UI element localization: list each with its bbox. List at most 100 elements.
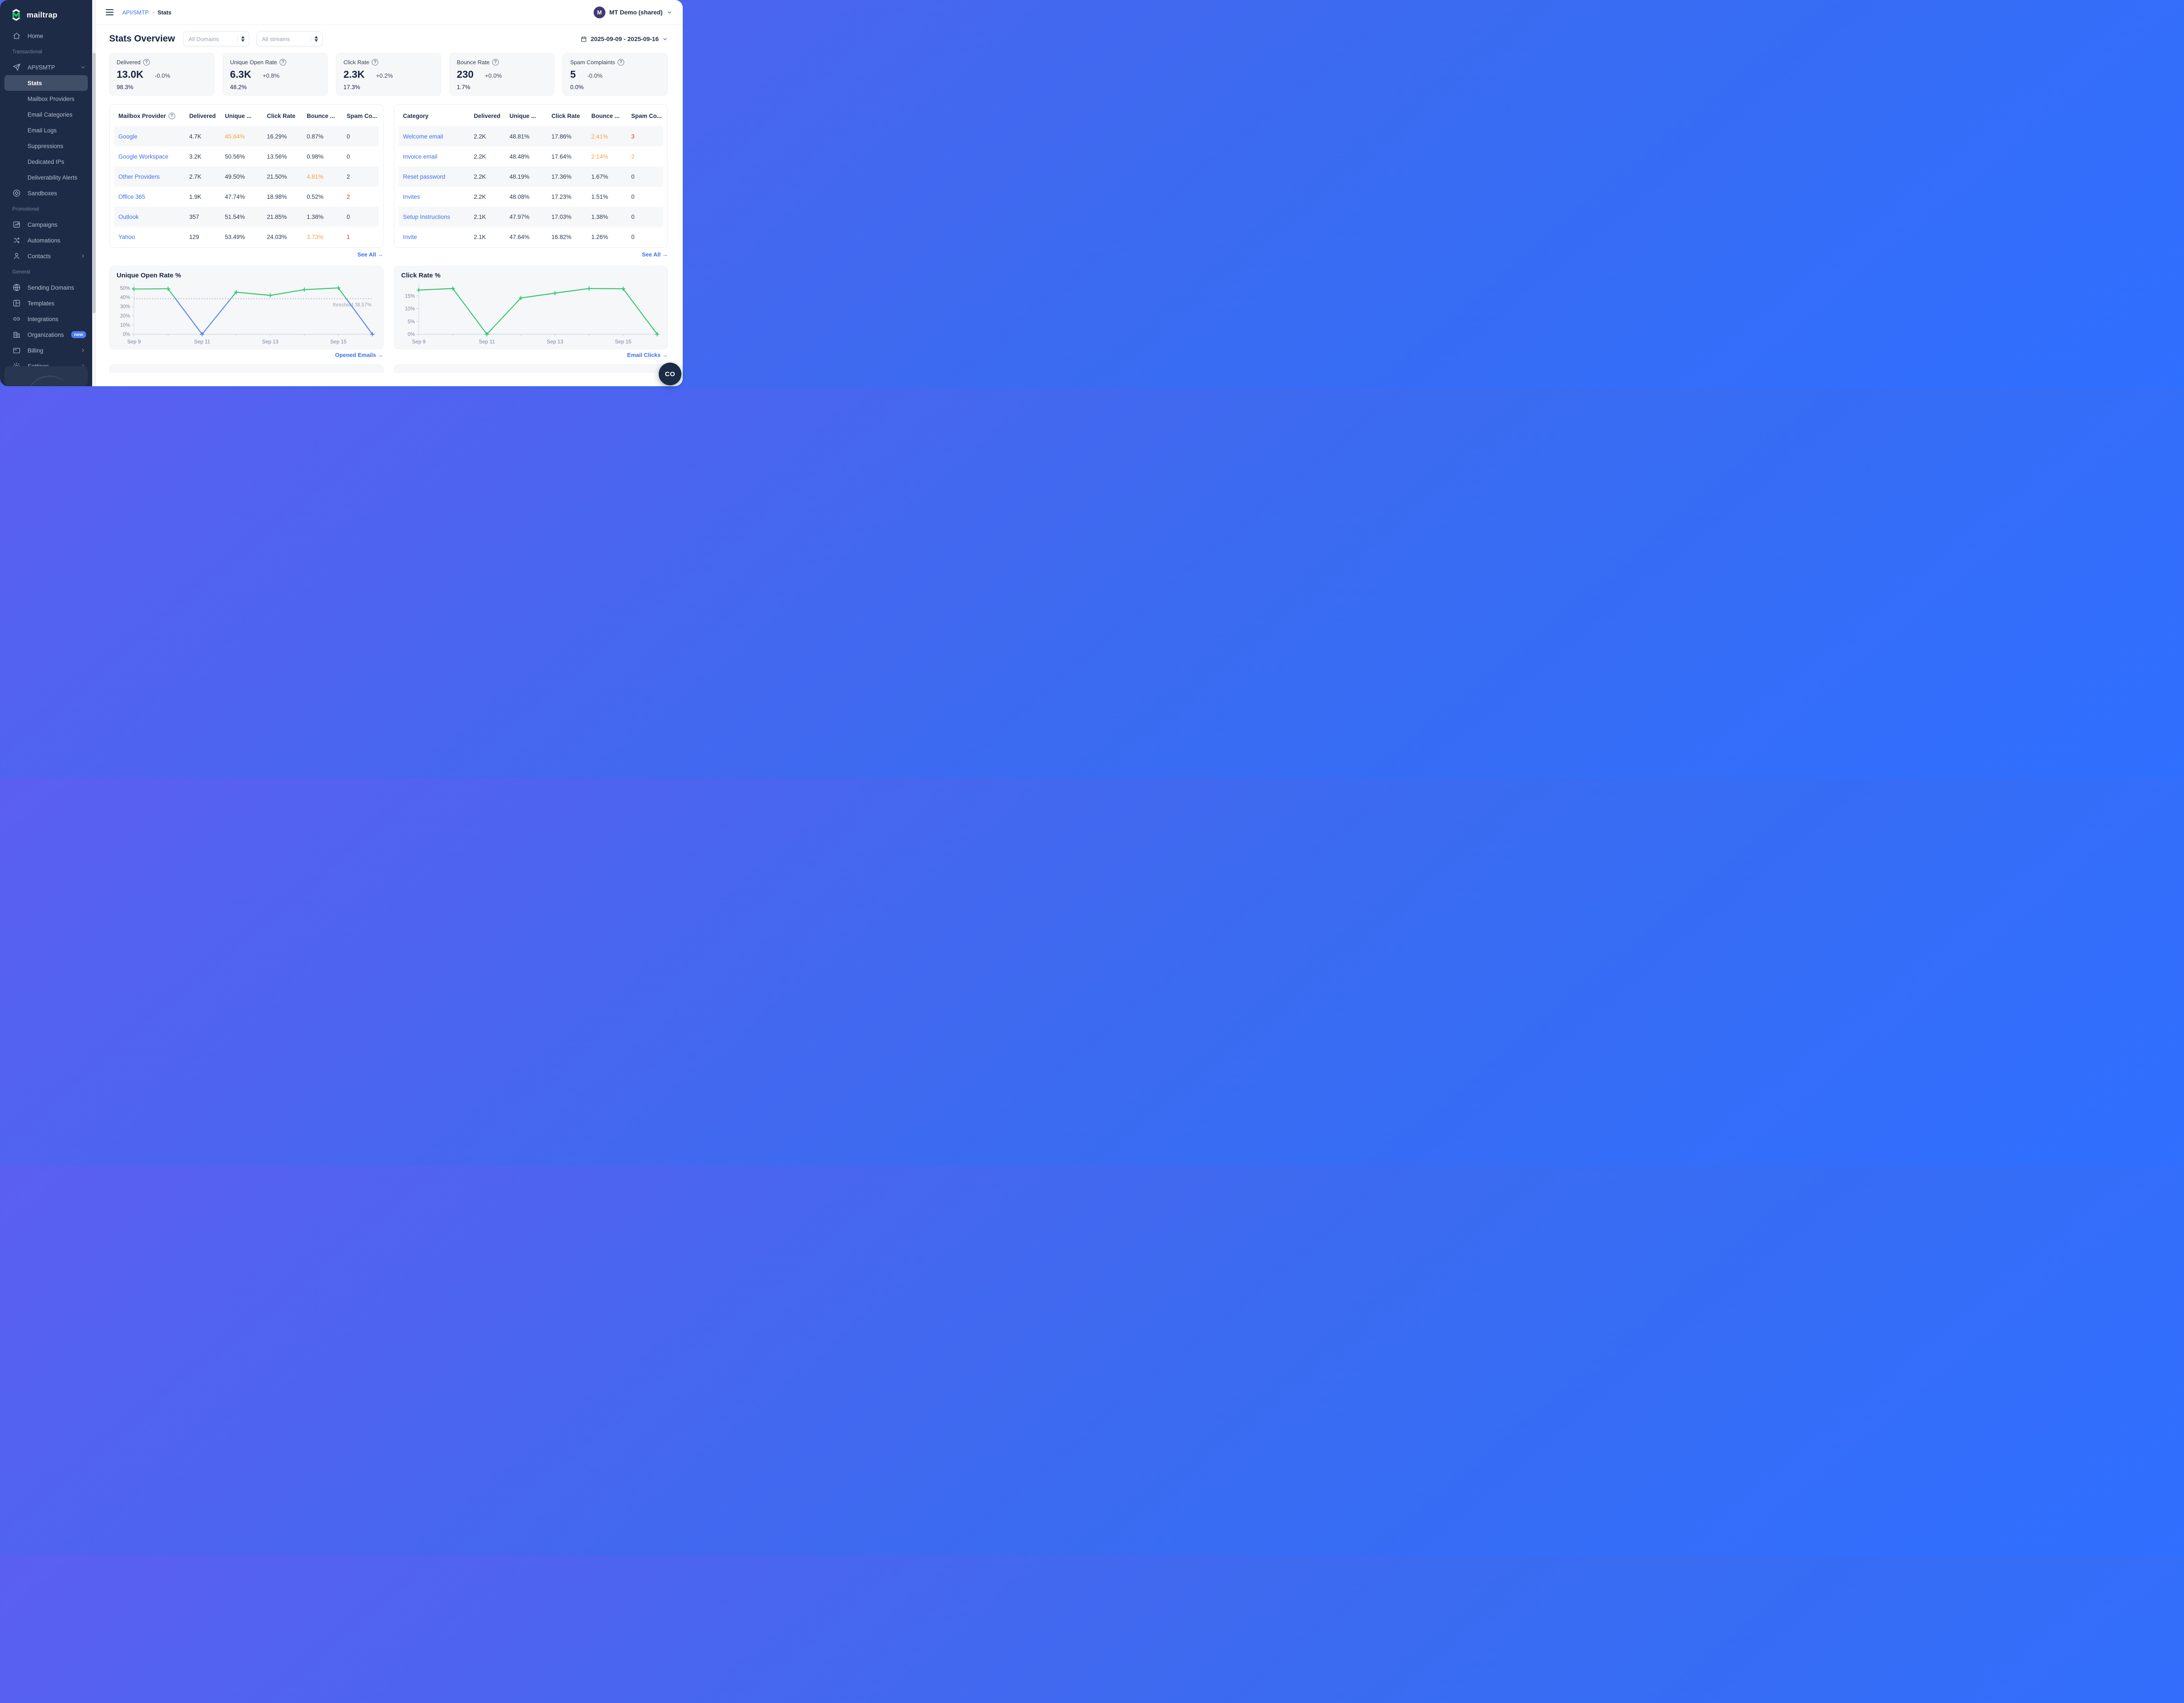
table-cell: 0 (346, 153, 350, 160)
provider-link[interactable]: Office 365 (114, 187, 187, 207)
category-link[interactable]: Welcome email (399, 126, 472, 146)
column-header-label: Bounce ... (591, 112, 620, 119)
table-cell: 48.81% (509, 133, 530, 140)
sidebar-item-api-smtp[interactable]: API/SMTP (0, 59, 92, 75)
sidebar-item-label: Email Logs (28, 127, 57, 134)
sidebar-item-label: Integrations (28, 315, 59, 322)
sidebar-item-home[interactable]: Home (0, 28, 92, 44)
domains-select[interactable]: All Domains (183, 31, 249, 46)
sidebar-item-campaigns[interactable]: Campaigns (0, 217, 92, 232)
table-cell: 47.64% (509, 233, 530, 240)
hamburger-menu-icon[interactable] (106, 9, 114, 16)
sidebar-item-billing[interactable]: Billing (0, 343, 92, 358)
column-header-label: Category (403, 112, 429, 119)
column-header-label: Click Rate (551, 112, 580, 119)
table-cell: 17.86% (551, 133, 572, 140)
sidebar-item-stats[interactable]: Stats (4, 75, 88, 91)
sidebar-bottom-widget[interactable] (4, 366, 88, 386)
table-cell: 1.26% (591, 233, 608, 240)
table-cell: 3.2K (189, 153, 201, 160)
svg-text:Sep 15: Sep 15 (330, 339, 347, 345)
svg-text:10%: 10% (120, 323, 130, 328)
provider-link[interactable]: Google Workspace (114, 146, 187, 166)
table-cell: 2.41% (591, 133, 608, 140)
metric-delta: +0.2% (376, 73, 393, 79)
sidebar-item-mailbox-providers[interactable]: Mailbox Providers (0, 91, 92, 107)
metric-sub-value: 17.3% (343, 84, 360, 90)
sidebar-item-deliverability-alerts[interactable]: Deliverability Alerts (0, 170, 92, 185)
streams-select[interactable]: All streams (256, 31, 323, 46)
app-window: mailtrap Home Transactional API/SMTP Stats M… (0, 0, 683, 386)
calendar-icon (581, 36, 587, 42)
category-link[interactable]: Setup Instructions (399, 207, 472, 227)
help-icon[interactable]: ? (168, 112, 175, 119)
unique-open-rate-chart: 0% 10% 20% 30% 40% 50% Sep 9 Sep 11 Sep 13 Sep 15… (120, 284, 375, 345)
column-header-spam-co: Spam Co... (345, 105, 379, 126)
account-menu[interactable]: M MT Demo (shared) (593, 6, 672, 18)
date-range-picker[interactable]: 2025-09-09 - 2025-09-16 (581, 35, 668, 42)
sidebar-item-templates[interactable]: Templates (0, 295, 92, 311)
sidebar-item-email-categories[interactable]: Email Categories (0, 107, 92, 122)
table-cell: 2.14% (591, 153, 608, 160)
sidebar-item-email-logs[interactable]: Email Logs (0, 122, 92, 138)
provider-link[interactable]: Yahoo (114, 227, 187, 247)
table-row: Office 365 1.9K 47.74% 18.98% 0.52% 2 (114, 187, 379, 207)
table-row: Other Providers 2.7K 49.50% 21.50% 4.81% 2 (114, 166, 379, 187)
table-cell: 45.64% (225, 133, 245, 140)
column-header-label: Delivered (189, 112, 216, 119)
column-header-category: Category (399, 105, 472, 126)
sidebar-scrollbar[interactable] (92, 0, 96, 386)
category-link[interactable]: Invoice email (399, 146, 472, 166)
sidebar-item-settings[interactable]: Settings (0, 358, 92, 366)
table-cell: 2.2K (473, 153, 486, 160)
table-cell: 1.9K (189, 193, 201, 200)
breadcrumb-link[interactable]: API/SMTP (122, 9, 149, 16)
table-cell: 17.64% (551, 153, 572, 160)
unique-open-rate-chart-card: Unique Open Rate % 0% 10% 20% 30% 40% 50% Sep … (109, 266, 384, 349)
provider-link[interactable]: Other Providers (114, 166, 187, 187)
category-link[interactable]: Invites (399, 187, 472, 207)
column-header-unique: Unique ... (223, 105, 265, 126)
table-cell: 2.2K (473, 193, 486, 200)
help-icon[interactable]: ? (618, 59, 624, 66)
sidebar-item-sending-domains[interactable]: Sending Domains (0, 280, 92, 295)
chat-launcher-button[interactable]: CO (659, 363, 681, 385)
help-icon[interactable]: ? (372, 59, 379, 66)
opened-emails-link[interactable]: Opened Emails → (335, 352, 384, 358)
table-cell: 4.81% (307, 173, 324, 180)
help-icon[interactable]: ? (492, 59, 499, 66)
category-link[interactable]: Invite (399, 227, 472, 247)
svg-text:Sep 15: Sep 15 (615, 339, 631, 345)
scrollbar-thumb[interactable] (93, 53, 96, 313)
sidebar-section-general: General (12, 270, 30, 275)
help-icon[interactable]: ? (280, 59, 287, 66)
table-cell: 48.48% (509, 153, 530, 160)
logo[interactable]: mailtrap (0, 0, 92, 23)
sidebar-item-organizations[interactable]: Organizations new (0, 327, 92, 343)
sidebar-item-dedicated-ips[interactable]: Dedicated IPs (0, 154, 92, 170)
table-cell: 47.74% (225, 193, 245, 200)
chevron-right-icon (80, 363, 86, 366)
category-link[interactable]: Reset password (399, 166, 472, 187)
sidebar-item-label: Home (28, 32, 44, 39)
table-cell: 24.03% (267, 233, 287, 240)
table-cell: 21.85% (267, 213, 287, 220)
provider-link[interactable]: Outlook (114, 207, 187, 227)
metric-value-row: 5 -0.0% (570, 69, 660, 80)
breadcrumb-separator-icon: › (152, 9, 154, 15)
table-cell: 1.67% (591, 173, 608, 180)
sidebar-item-integrations[interactable]: Integrations (0, 311, 92, 327)
column-header-mailbox-provider: Mailbox Provider? (114, 105, 187, 126)
sidebar-item-contacts[interactable]: Contacts (0, 248, 92, 264)
sidebar-item-sandboxes[interactable]: Sandboxes (0, 185, 92, 201)
see-all-link[interactable]: See All → (357, 251, 383, 259)
sidebar-item-automations[interactable]: Automations (0, 232, 92, 248)
sidebar-item-label: Contacts (28, 253, 51, 260)
metric-label: Spam Complaints? (570, 59, 660, 66)
see-all-link[interactable]: See All → (642, 251, 668, 259)
table-cell: 13.56% (267, 153, 287, 160)
provider-link[interactable]: Google (114, 126, 187, 146)
help-icon[interactable]: ? (143, 59, 150, 66)
email-clicks-link[interactable]: Email Clicks → (627, 352, 668, 358)
sidebar-item-suppressions[interactable]: Suppressions (0, 138, 92, 154)
